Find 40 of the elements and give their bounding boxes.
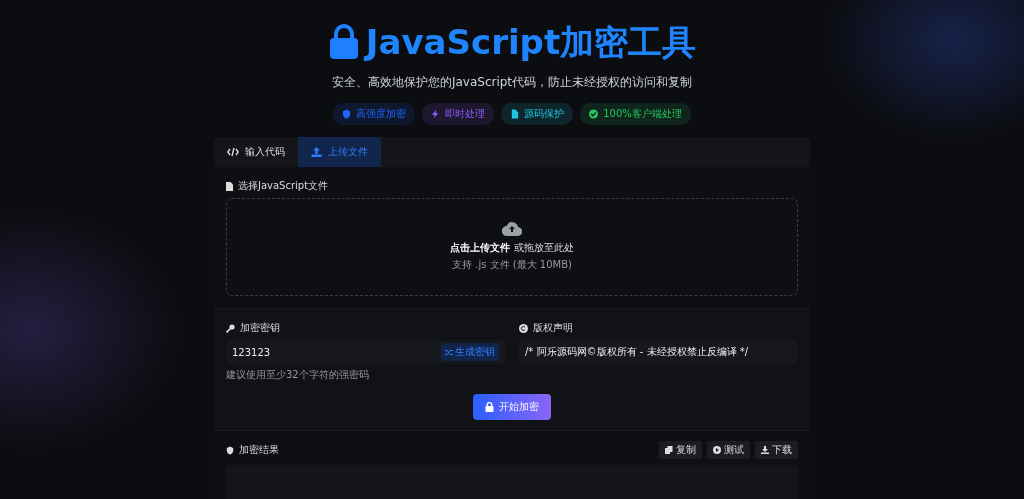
key-hint: 建议使用至少32个字符的强密码 [226, 368, 370, 382]
generate-key-button[interactable]: 生成密钥 [441, 343, 499, 361]
badge-icon [589, 109, 599, 119]
feature-badge: 源码保护 [501, 103, 574, 125]
tab[interactable]: 上传文件 [298, 137, 381, 167]
badge-icon [431, 109, 441, 119]
shield-icon [226, 445, 234, 455]
field-label: 选择JavaScript文件 [238, 179, 329, 193]
badge-icon [342, 109, 352, 119]
lock-icon [327, 24, 360, 60]
feature-badge: 高强度加密 [333, 103, 416, 125]
action-button[interactable]: 复制 [659, 441, 702, 459]
upload-hint: 支持 .js 文件 (最大 10MB) [452, 258, 572, 272]
feature-badge: 即时处理 [422, 103, 495, 125]
feature-badge: 100%客户端处理 [580, 103, 691, 125]
field-label: 加密结果 [239, 443, 279, 457]
copyright-icon [519, 323, 528, 333]
cloud-upload-icon [502, 222, 522, 236]
file-icon [226, 181, 233, 191]
shuffle-icon [445, 348, 453, 356]
encrypt-button[interactable]: 开始加密 [473, 394, 551, 420]
copy-icon [665, 446, 673, 454]
key-icon [226, 323, 235, 333]
key-input-field[interactable]: 123123 生成密钥 [226, 340, 505, 364]
code-icon [227, 147, 239, 157]
badge-icon [510, 109, 520, 119]
subtitle: 安全、高效地保护您的JavaScript代码，防止未经授权的访问和复制 [331, 74, 693, 91]
page-title: JavaScript加密工具 [327, 20, 697, 64]
file-drop-zone[interactable]: 点击上传文件 或拖放至此处 支持 .js 文件 (最大 10MB) [226, 198, 798, 296]
upload-prompt: 点击上传文件 或拖放至此处 [450, 241, 574, 255]
tab[interactable]: 输入代码 [214, 137, 298, 167]
field-label: 加密密钥 [240, 321, 280, 335]
upload-icon [311, 147, 322, 157]
lock-icon [485, 402, 494, 412]
field-label: 版权声明 [533, 321, 573, 335]
play-icon [713, 446, 721, 454]
action-button[interactable]: 测试 [707, 441, 750, 459]
action-button[interactable]: 下载 [755, 441, 798, 459]
download-icon [761, 446, 769, 454]
copyright-input-field[interactable]: /* 阿乐源码网©版权所有 - 未经授权禁止反编译 */ [519, 340, 798, 364]
